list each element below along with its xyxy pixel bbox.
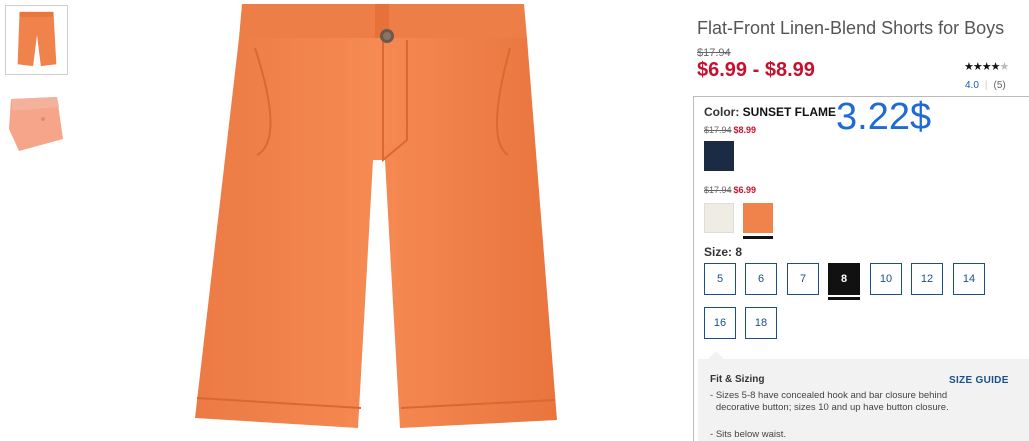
product-title: Flat-Front Linen-Blend Shorts for Boys [697, 18, 1005, 38]
fit-bullet-1: - Sizes 5-8 have concealed hook and bar … [710, 390, 1000, 414]
main-product-image [185, 0, 600, 441]
shorts-front-thumbnail-image [17, 11, 57, 67]
fit-panel-caret [708, 351, 724, 359]
selected-size-value: 8 [735, 245, 743, 259]
size-option-5[interactable]: 5 [704, 263, 736, 295]
rating-stars[interactable]: ★★★★★ [964, 60, 1009, 73]
size-option-8[interactable]: 8 [828, 263, 860, 295]
rating-summary[interactable]: 4.0 | (5) [965, 80, 1006, 91]
swatch-old-price: $17.94 [704, 125, 732, 135]
overlay-price: 3.22$ [836, 96, 932, 138]
star-empty-icon: ★ [999, 61, 1009, 73]
size-option-18[interactable]: 18 [745, 307, 777, 339]
thumbnail-folded[interactable] [5, 89, 68, 159]
size-option-16[interactable]: 16 [704, 307, 736, 339]
swatch-group-price-2: $17.94 $6.99 [704, 185, 756, 195]
sale-price-range: $6.99 - $8.99 [697, 59, 815, 81]
selected-size-indicator [828, 297, 860, 300]
fit-bullet-text: Sits below waist. [715, 429, 787, 440]
selected-swatch-indicator [743, 236, 773, 239]
color-swatch-orange[interactable] [743, 203, 773, 233]
size-guide-link[interactable]: SIZE GUIDE [949, 375, 1009, 386]
thumbnail-front[interactable] [5, 5, 68, 75]
color-swatch-white[interactable] [704, 203, 734, 233]
review-count[interactable]: (5) [994, 80, 1006, 91]
swatch-new-price: $6.99 [733, 185, 757, 195]
color-label-text: Color: [704, 105, 740, 119]
shorts-folded-thumbnail-image [9, 97, 63, 151]
size-option-10[interactable]: 10 [870, 263, 902, 295]
fit-bullet-2: - Sits below waist. [710, 429, 1000, 441]
size-option-14[interactable]: 14 [953, 263, 985, 295]
rating-value: 4.0 [965, 80, 979, 91]
size-option-7[interactable]: 7 [787, 263, 819, 295]
color-label: Color: SUNSET FLAME [704, 105, 836, 119]
swatch-old-price: $17.94 [704, 185, 732, 195]
size-label: Size: 8 [704, 245, 742, 259]
swatch-new-price: $8.99 [733, 125, 757, 135]
swatch-group-price-1: $17.94 $8.99 [704, 125, 756, 135]
star-filled-icons: ★★★★ [964, 61, 1000, 73]
size-label-text: Size: [704, 245, 733, 259]
original-price: $17.94 [697, 47, 731, 59]
selected-color-name: SUNSET FLAME [742, 105, 837, 119]
color-swatch-navy[interactable] [704, 141, 734, 171]
rating-divider: | [984, 80, 988, 91]
fit-sizing-title: Fit & Sizing [710, 374, 765, 385]
size-option-12[interactable]: 12 [911, 263, 943, 295]
size-option-6[interactable]: 6 [745, 263, 777, 295]
fit-bullet-text: Sizes 5-8 have concealed hook and bar cl… [715, 390, 949, 413]
shorts-main-image [195, 4, 557, 428]
